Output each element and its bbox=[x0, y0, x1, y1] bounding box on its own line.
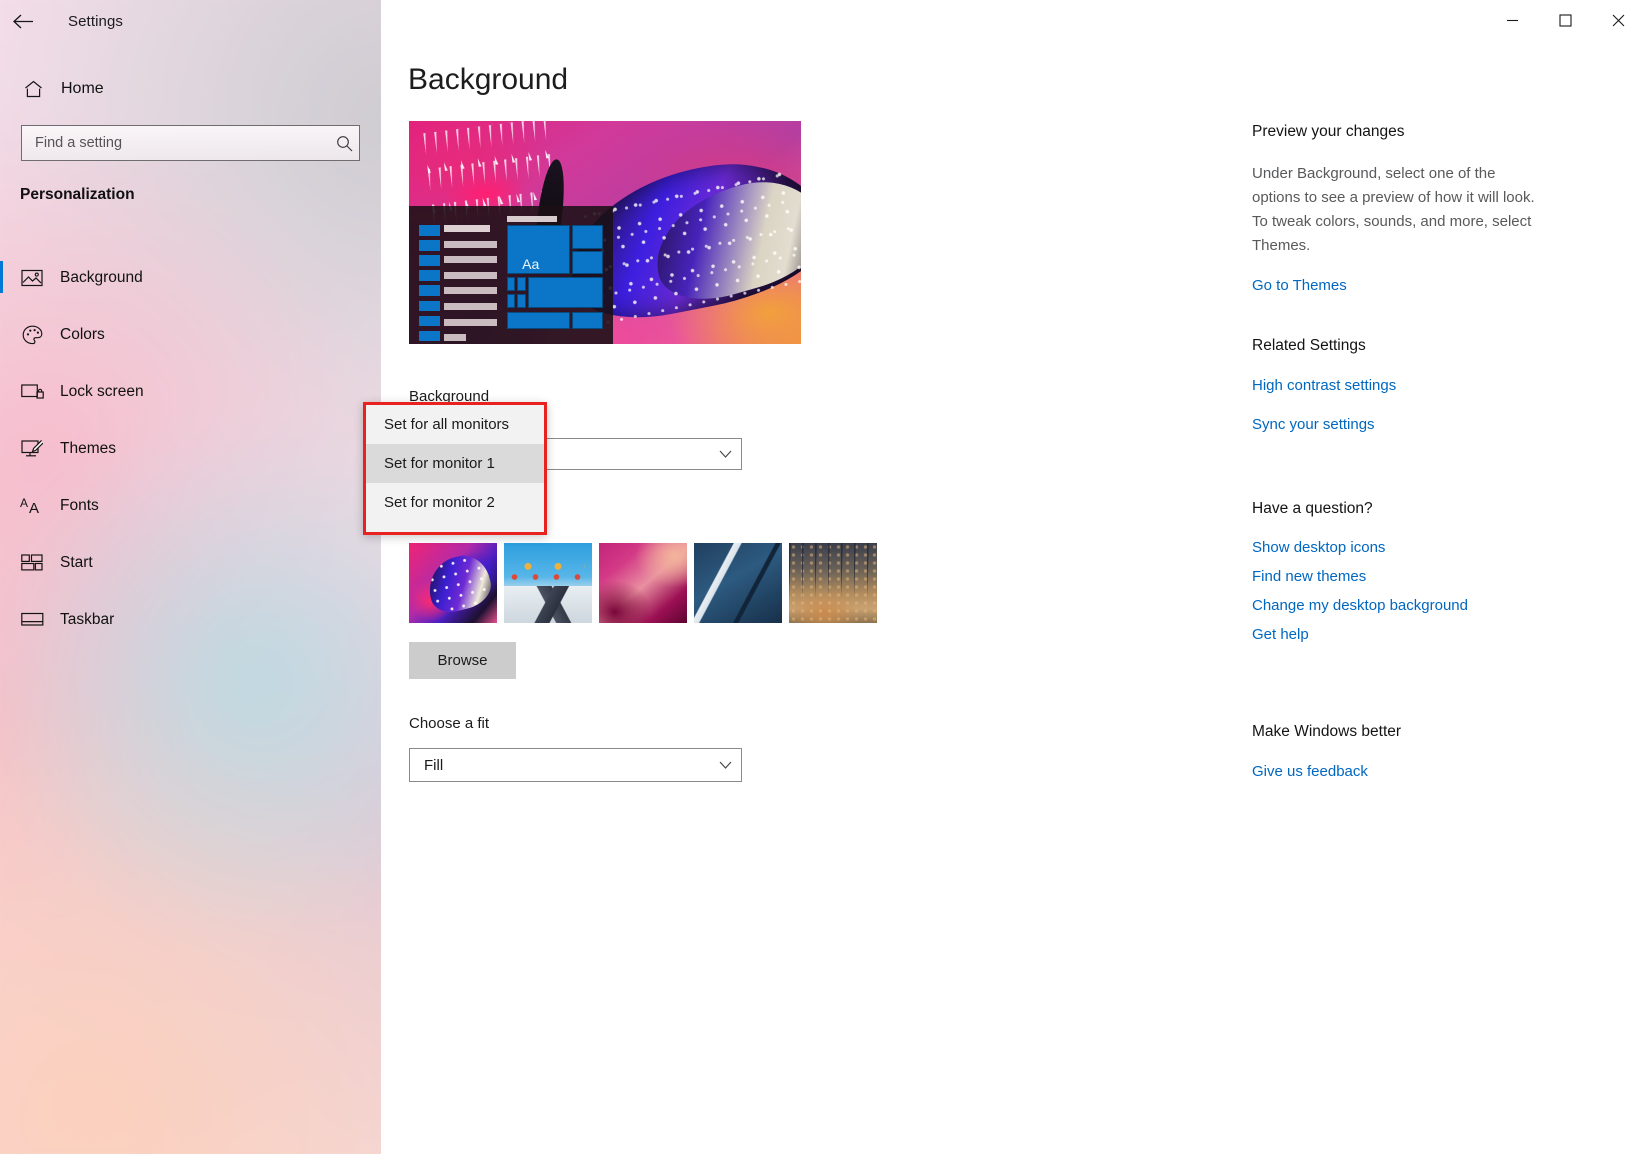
close-icon bbox=[1612, 14, 1625, 26]
sidebar-home-label: Home bbox=[61, 80, 104, 97]
sidebar-item-label: Background bbox=[60, 268, 143, 286]
rail-body-text: Under Background, select one of the opti… bbox=[1252, 165, 1535, 254]
svg-text:A: A bbox=[29, 500, 39, 515]
rail-heading: Have a question? bbox=[1252, 500, 1373, 517]
sidebar-item-home[interactable]: Home bbox=[0, 70, 381, 108]
menu-item-set-for-monitor-2[interactable]: Set for monitor 2 bbox=[366, 483, 544, 522]
get-help-link[interactable]: Get help bbox=[1252, 626, 1468, 643]
wallpaper-preview: Aa bbox=[409, 121, 801, 344]
search-input[interactable] bbox=[22, 135, 329, 151]
preview-tile bbox=[517, 293, 526, 309]
blue-abstract-thumbnail[interactable] bbox=[694, 543, 782, 623]
menu-item-set-for-all-monitors[interactable]: Set for all monitors bbox=[366, 405, 544, 444]
back-arrow-icon bbox=[12, 14, 33, 28]
have-a-question-block: Have a question? Show desktop icons Find… bbox=[1252, 500, 1468, 643]
autumn-forest-thumbnail[interactable] bbox=[789, 543, 877, 623]
preview-tile-group-title bbox=[506, 216, 557, 222]
taskbar-icon bbox=[18, 612, 46, 627]
sidebar-item-fonts[interactable]: A A Fonts bbox=[0, 477, 381, 534]
sidebar-item-themes[interactable]: Themes bbox=[0, 420, 381, 477]
sidebar-item-label: Colors bbox=[60, 325, 105, 343]
sidebar-item-label: Start bbox=[60, 553, 93, 571]
chevron-down-icon bbox=[709, 450, 741, 459]
preview-tile bbox=[571, 225, 603, 249]
browse-button[interactable]: Browse bbox=[409, 642, 516, 679]
sidebar-item-colors[interactable]: Colors bbox=[0, 306, 381, 363]
start-tiles-icon bbox=[18, 554, 46, 571]
lock-screen-icon bbox=[18, 383, 46, 401]
sidebar-item-label: Taskbar bbox=[60, 610, 115, 628]
fit-select[interactable]: Fill bbox=[409, 748, 742, 782]
preview-start-menu-mock: Aa bbox=[409, 205, 613, 344]
preview-tile bbox=[527, 276, 603, 309]
search-icon[interactable] bbox=[329, 135, 359, 152]
theme-brush-icon bbox=[18, 439, 46, 458]
sidebar-item-start[interactable]: Start bbox=[0, 534, 381, 591]
sidebar-category-title: Personalization bbox=[20, 186, 135, 203]
balloons-detail bbox=[511, 555, 585, 593]
page-title: Background bbox=[408, 63, 569, 96]
menu-item-set-for-monitor-1[interactable]: Set for monitor 1 bbox=[366, 444, 544, 483]
go-to-themes-link[interactable]: Go to Themes bbox=[1252, 277, 1542, 294]
maximize-button[interactable] bbox=[1539, 0, 1592, 40]
minimize-icon bbox=[1507, 19, 1518, 21]
back-button[interactable] bbox=[0, 0, 46, 42]
related-settings-block: Related Settings High contrast settings … bbox=[1252, 337, 1396, 433]
preview-tile-text: Aa bbox=[522, 255, 540, 272]
preview-tile bbox=[506, 311, 571, 329]
selection-accent-bar bbox=[0, 261, 3, 293]
close-button[interactable] bbox=[1592, 0, 1645, 40]
sidebar-item-label: Themes bbox=[60, 439, 116, 457]
picture-thumbnail-list bbox=[409, 543, 877, 623]
preview-tile bbox=[506, 293, 516, 309]
image-icon bbox=[18, 269, 46, 287]
rail-heading: Preview your changes bbox=[1252, 123, 1405, 140]
preview-your-changes-block: Preview your changes Under Background, s… bbox=[1252, 123, 1542, 294]
set-for-monitor-context-menu: Set for all monitors Set for monitor 1 S… bbox=[363, 402, 547, 535]
titlebar-left: Settings bbox=[0, 0, 381, 42]
home-icon bbox=[18, 80, 48, 98]
maximize-icon bbox=[1559, 13, 1572, 27]
preview-tile bbox=[571, 251, 603, 275]
make-windows-better-block: Make Windows better Give us feedback bbox=[1252, 723, 1401, 780]
pink-gradient-thumbnail[interactable] bbox=[599, 543, 687, 623]
show-desktop-icons-link[interactable]: Show desktop icons bbox=[1252, 539, 1468, 556]
search-box[interactable] bbox=[21, 125, 360, 161]
fonts-aa-icon: A A bbox=[18, 496, 46, 515]
preview-tile bbox=[506, 276, 516, 292]
find-new-themes-link[interactable]: Find new themes bbox=[1252, 568, 1468, 585]
rail-heading: Make Windows better bbox=[1252, 723, 1402, 740]
sidebar-item-taskbar[interactable]: Taskbar bbox=[0, 591, 381, 648]
sidebar-item-label: Fonts bbox=[60, 496, 99, 514]
settings-window: Settings Home Find a setting Personaliza… bbox=[0, 0, 1645, 1154]
minimize-button[interactable] bbox=[1486, 0, 1539, 40]
sidebar-item-label: Lock screen bbox=[60, 382, 144, 400]
sidebar-item-lock-screen[interactable]: Lock screen bbox=[0, 363, 381, 420]
main-content: Background Aa Background Browse Choose a… bbox=[381, 0, 1645, 1154]
preview-tile bbox=[517, 276, 526, 292]
preview-tile bbox=[571, 311, 603, 329]
sidebar-item-background[interactable]: Background bbox=[0, 249, 381, 306]
app-title: Settings bbox=[68, 12, 123, 30]
preview-start-list bbox=[443, 225, 497, 342]
chevron-down-icon bbox=[709, 761, 741, 770]
svg-text:A: A bbox=[20, 496, 28, 510]
sync-your-settings-link[interactable]: Sync your settings bbox=[1252, 416, 1396, 433]
choose-a-fit-label: Choose a fit bbox=[409, 715, 490, 732]
fit-value: Fill bbox=[424, 756, 444, 774]
preview-start-tiles: Aa bbox=[506, 216, 603, 340]
sidebar: Settings Home Find a setting Personaliza… bbox=[0, 0, 381, 1154]
change-my-desktop-background-link[interactable]: Change my desktop background bbox=[1252, 597, 1468, 614]
preview-start-rail bbox=[419, 225, 440, 342]
window-controls bbox=[1486, 0, 1645, 40]
sidebar-nav: Background Colors Lock screen Themes A A… bbox=[0, 249, 381, 648]
butterfly-thumbnail[interactable] bbox=[409, 543, 497, 623]
rail-heading: Related Settings bbox=[1252, 337, 1366, 354]
high-contrast-settings-link[interactable]: High contrast settings bbox=[1252, 377, 1396, 394]
palette-icon bbox=[18, 325, 46, 345]
hot-air-balloons-thumbnail[interactable] bbox=[504, 543, 592, 623]
give-us-feedback-link[interactable]: Give us feedback bbox=[1252, 763, 1401, 780]
